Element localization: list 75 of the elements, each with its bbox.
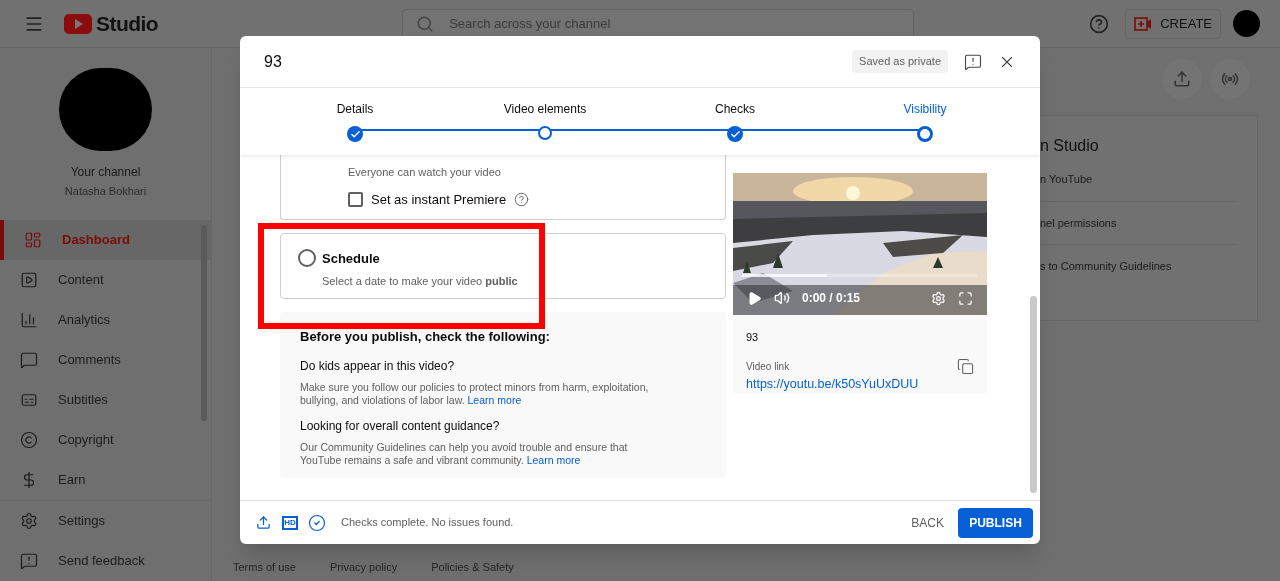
sidebar-item[interactable]: Earn bbox=[0, 460, 211, 500]
sidebar-item[interactable]: Dashboard bbox=[0, 220, 211, 260]
search-icon bbox=[416, 14, 435, 33]
avatar[interactable] bbox=[1233, 10, 1260, 37]
card-link[interactable]: s to Community Guidelines bbox=[1040, 245, 1237, 288]
checklist-text: Our Community Guidelines can help you avoid trouble and ensure that YouTube remains a safe and vibrant community. Learn more bbox=[300, 440, 629, 467]
comment-icon bbox=[20, 351, 38, 369]
sidebar-item[interactable]: Subtitles bbox=[0, 380, 211, 420]
hd-icon: HD bbox=[282, 515, 298, 530]
step[interactable]: Details bbox=[260, 88, 450, 155]
volume-icon[interactable] bbox=[774, 290, 790, 306]
option-title: Schedule bbox=[322, 250, 381, 268]
play-logo-icon bbox=[64, 13, 92, 34]
feedback-icon bbox=[20, 552, 38, 570]
play-icon[interactable] bbox=[747, 290, 762, 306]
video-link-label: Video link bbox=[746, 359, 791, 374]
settings-icon bbox=[20, 512, 38, 530]
upload-icon bbox=[256, 515, 271, 530]
sidebar-item[interactable]: Comments bbox=[0, 340, 211, 380]
scrollbar[interactable] bbox=[1030, 296, 1037, 493]
sidebar-item[interactable]: Settings bbox=[0, 501, 211, 541]
channel-name: Natasha Bokhari bbox=[63, 183, 148, 199]
logo-text: Studio bbox=[96, 10, 159, 37]
card-title: n Studio bbox=[1040, 136, 1100, 156]
bar-chart-icon bbox=[20, 311, 38, 329]
channel-title: Your channel bbox=[69, 163, 142, 181]
checklist-heading: Looking for overall content guidance? bbox=[300, 417, 501, 435]
create-button[interactable]: CREATE bbox=[1125, 8, 1221, 39]
sidebar-item[interactable]: Copyright bbox=[0, 420, 211, 460]
footer-link[interactable]: Policies & Safety bbox=[431, 558, 514, 575]
checklist-text: Make sure you follow our policies to protect minors from harm, exploitation, bullying, and violations of labor law. Learn more bbox=[300, 380, 650, 407]
dialog-title: 93 bbox=[264, 51, 282, 72]
sidebar-item[interactable]: Content bbox=[0, 260, 211, 300]
learn-more-link[interactable]: Learn more bbox=[467, 393, 522, 406]
schedule-option-card[interactable]: Schedule Select a date to make your video public bbox=[280, 233, 726, 299]
copy-icon[interactable] bbox=[957, 358, 974, 375]
video-icon bbox=[20, 271, 38, 289]
broadcast-icon bbox=[1221, 70, 1239, 88]
settings-icon[interactable] bbox=[931, 290, 946, 306]
step[interactable]: Visibility bbox=[830, 88, 1020, 155]
help-icon[interactable] bbox=[1089, 13, 1110, 34]
captions-icon bbox=[20, 391, 38, 409]
video-title: 93 bbox=[746, 330, 760, 345]
checklist-title: Before you publish, check the following: bbox=[300, 328, 551, 346]
check-circle-icon bbox=[308, 513, 326, 532]
learn-more-link[interactable]: Learn more bbox=[526, 453, 581, 466]
video-time: 0:00 / 0:15 bbox=[802, 290, 861, 307]
live-button[interactable] bbox=[1210, 59, 1250, 99]
checkbox-label: Set as instant Premiere bbox=[371, 190, 507, 209]
help-icon[interactable] bbox=[514, 191, 530, 207]
schedule-radio[interactable] bbox=[298, 249, 316, 267]
sidebar-item[interactable]: Send feedback bbox=[0, 541, 211, 581]
feedback-icon[interactable] bbox=[964, 52, 982, 71]
step[interactable]: Checks bbox=[640, 88, 830, 155]
copyright-icon bbox=[20, 431, 38, 449]
step[interactable]: Video elements bbox=[450, 88, 640, 155]
back-button[interactable]: BACK bbox=[903, 507, 952, 538]
save-status: Saved as private bbox=[852, 50, 948, 73]
video-player[interactable]: 0:00 / 0:15 bbox=[733, 173, 987, 315]
search-field[interactable]: Search across your channel bbox=[402, 8, 915, 39]
premiere-checkbox[interactable] bbox=[348, 191, 363, 207]
footer-link[interactable]: Privacy policy bbox=[329, 558, 398, 575]
video-link[interactable]: https://youtu.be/k50sYuUxDUU bbox=[746, 374, 919, 394]
sidebar-item[interactable]: Analytics bbox=[0, 300, 211, 340]
upload-icon bbox=[1173, 70, 1191, 88]
option-description: Select a date to make your video public bbox=[322, 273, 518, 289]
video-plus-icon bbox=[1134, 16, 1153, 31]
checklist-heading: Do kids appear in this video? bbox=[300, 357, 456, 375]
publish-button[interactable]: PUBLISH bbox=[958, 507, 1033, 538]
fullscreen-icon[interactable] bbox=[958, 290, 973, 306]
status-text: Checks complete. No issues found. bbox=[341, 515, 514, 531]
footer-link[interactable]: Terms of use bbox=[233, 558, 296, 575]
option-description: Everyone can watch your video bbox=[348, 165, 502, 180]
upload-button[interactable] bbox=[1162, 59, 1202, 99]
dashboard-icon bbox=[24, 231, 42, 249]
